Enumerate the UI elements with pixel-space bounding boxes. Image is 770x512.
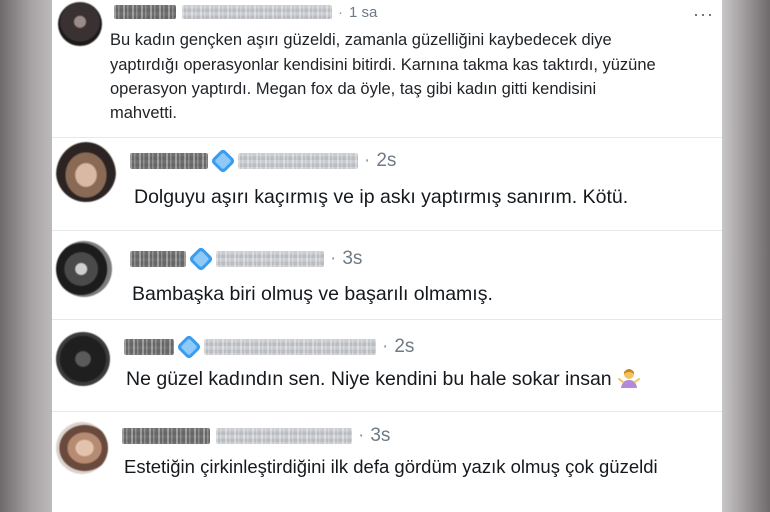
- timestamp[interactable]: 2s: [376, 150, 396, 172]
- replies-card: · 1 sa ··· Bu kadın gençken aşırı güzeld…: [52, 0, 722, 512]
- reply-text: Estetiğin çirkinleştirdiğini ilk defa gö…: [124, 456, 658, 477]
- avatar[interactable]: [56, 422, 108, 474]
- verified-badge-icon: [210, 148, 236, 174]
- handle-pixelated[interactable]: [238, 153, 358, 169]
- reply-header: · 2s: [124, 334, 414, 360]
- verified-badge-icon: [176, 334, 202, 360]
- avatar[interactable]: [56, 241, 112, 297]
- avatar[interactable]: [56, 142, 116, 202]
- username-pixelated[interactable]: [130, 153, 208, 169]
- reply-item-1[interactable]: · 1 sa ··· Bu kadın gençken aşırı güzeld…: [52, 0, 722, 140]
- separator-dot: ·: [338, 3, 343, 21]
- verified-badge-icon: [188, 246, 214, 272]
- reply-text: Dolguyu aşırı kaçırmış ve ip askı yaptır…: [134, 186, 629, 208]
- background-right-blur: [722, 0, 770, 512]
- reply-text-wrapper: Ne güzel kadındın sen. Niye kendini bu h…: [126, 366, 640, 392]
- reply-item-3[interactable]: · 3s Bambaşka biri olmuş ve başarılı olm…: [52, 231, 722, 319]
- username-pixelated[interactable]: [114, 5, 176, 19]
- reply-text-line: operasyon yaptırdı. Megan fox da öyle, t…: [110, 80, 597, 98]
- handle-pixelated[interactable]: [204, 339, 376, 355]
- avatar[interactable]: [58, 2, 102, 46]
- reply-header: · 3s: [122, 424, 390, 448]
- reply-text: Bambaşka biri olmuş ve başarılı olmamış.: [132, 283, 493, 305]
- username-pixelated[interactable]: [124, 339, 174, 355]
- handle-pixelated[interactable]: [182, 5, 332, 19]
- username-pixelated[interactable]: [122, 428, 210, 444]
- timestamp[interactable]: 3s: [342, 248, 362, 270]
- reply-text-line: yaptırdığı operasyonlar kendisini bitird…: [110, 56, 656, 74]
- reply-item-5[interactable]: · 3s Estetiğin çirkinleştirdiğini ilk de…: [52, 412, 722, 512]
- handle-pixelated[interactable]: [216, 428, 352, 444]
- reply-header: · 1 sa: [114, 0, 377, 24]
- background-left-blur: [0, 0, 52, 512]
- avatar[interactable]: [56, 332, 110, 386]
- reply-text-line: mahvetti.: [110, 104, 177, 122]
- separator-dot: ·: [330, 248, 337, 269]
- timestamp[interactable]: 2s: [394, 336, 414, 358]
- more-horizontal-icon[interactable]: ···: [693, 4, 714, 25]
- reply-header: · 2s: [130, 148, 396, 174]
- handle-pixelated[interactable]: [216, 251, 324, 267]
- reply-item-4[interactable]: · 2s Ne güzel kadındın sen. Niye kendini…: [52, 320, 722, 412]
- timestamp[interactable]: 1 sa: [349, 4, 377, 21]
- timestamp[interactable]: 3s: [370, 425, 390, 447]
- reply-text-line: Bu kadın gençken aşırı güzeldi, zamanla …: [110, 31, 612, 49]
- username-pixelated[interactable]: [130, 251, 186, 267]
- separator-dot: ·: [358, 425, 365, 446]
- reply-item-2[interactable]: · 2s Dolguyu aşırı kaçırmış ve ip askı y…: [52, 138, 722, 230]
- reply-text: Ne güzel kadındın sen. Niye kendini bu h…: [126, 368, 612, 390]
- separator-dot: ·: [382, 336, 389, 357]
- reply-header: · 3s: [130, 246, 362, 272]
- person-shrugging-emoji: [617, 369, 640, 388]
- separator-dot: ·: [364, 150, 371, 171]
